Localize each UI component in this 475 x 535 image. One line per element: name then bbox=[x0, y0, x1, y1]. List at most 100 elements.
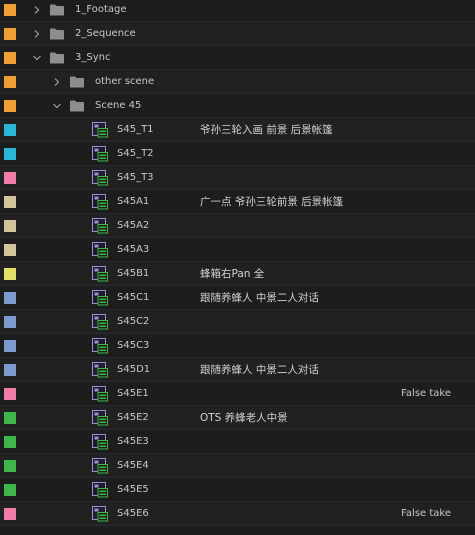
label-color-swatch[interactable] bbox=[4, 340, 16, 352]
sequence-name: S45_T3 bbox=[117, 172, 154, 183]
folder-row[interactable]: Scene 45 bbox=[0, 94, 475, 118]
sequence-name: S45D1 bbox=[117, 364, 151, 375]
folder-icon bbox=[50, 28, 64, 40]
label-color-swatch[interactable] bbox=[4, 508, 16, 520]
sequence-row[interactable]: S45_T3 bbox=[0, 166, 475, 190]
folder-name: other scene bbox=[95, 76, 155, 87]
sequence-icon bbox=[92, 338, 108, 354]
sequence-name: S45C3 bbox=[117, 340, 150, 351]
label-color-swatch[interactable] bbox=[4, 124, 16, 136]
sequence-icon bbox=[92, 314, 108, 330]
label-color-swatch[interactable] bbox=[4, 148, 16, 160]
sequence-row[interactable]: S45C1 跟随养蜂人 中景二人对话 bbox=[0, 286, 475, 310]
chevron-right-icon[interactable] bbox=[52, 77, 62, 87]
sequence-name: S45_T1 bbox=[117, 124, 154, 135]
folder-icon bbox=[70, 100, 84, 112]
sequence-name: S45C1 bbox=[117, 292, 150, 303]
sequence-name: S45B1 bbox=[117, 268, 150, 279]
folder-icon bbox=[70, 76, 84, 88]
folder-name: 3_Sync bbox=[75, 52, 111, 63]
sequence-name: S45A1 bbox=[117, 196, 150, 207]
label-color-swatch[interactable] bbox=[4, 220, 16, 232]
sequence-description: 广一点 爷孙三轮前景 后景帐篷 bbox=[200, 196, 344, 208]
label-color-swatch[interactable] bbox=[4, 4, 16, 16]
sequence-name: S45E1 bbox=[117, 388, 149, 399]
sequence-row[interactable]: S45E5 bbox=[0, 478, 475, 502]
sequence-icon bbox=[92, 506, 108, 522]
sequence-icon bbox=[92, 482, 108, 498]
sequence-description: 蜂箱右Pan 全 bbox=[200, 268, 265, 280]
sequence-name: S45_T2 bbox=[117, 148, 154, 159]
label-color-swatch[interactable] bbox=[4, 268, 16, 280]
sequence-row[interactable]: S45C3 bbox=[0, 334, 475, 358]
sequence-row[interactable]: S45_T2 bbox=[0, 142, 475, 166]
sequence-name: S45E3 bbox=[117, 436, 149, 447]
sequence-icon bbox=[92, 434, 108, 450]
label-color-swatch[interactable] bbox=[4, 244, 16, 256]
label-color-swatch[interactable] bbox=[4, 484, 16, 496]
label-color-swatch[interactable] bbox=[4, 292, 16, 304]
project-panel: 1_Footage 2_Sequence 3_Syncother scene Scen… bbox=[0, 0, 475, 535]
label-color-swatch[interactable] bbox=[4, 196, 16, 208]
sequence-icon bbox=[92, 386, 108, 402]
sequence-description: 爷孙三轮入画 前景 后景帐篷 bbox=[200, 124, 333, 136]
sequence-row[interactable]: S45C2 bbox=[0, 310, 475, 334]
sequence-icon bbox=[92, 410, 108, 426]
folder-name: 1_Footage bbox=[75, 4, 127, 15]
folder-icon bbox=[50, 52, 64, 64]
label-color-swatch[interactable] bbox=[4, 100, 16, 112]
sequence-description: 跟随养蜂人 中景二人对话 bbox=[200, 292, 319, 304]
sequence-row[interactable]: S45E4 bbox=[0, 454, 475, 478]
sequence-icon bbox=[92, 194, 108, 210]
sequence-row[interactable]: S45E3 bbox=[0, 430, 475, 454]
folder-name: 2_Sequence bbox=[75, 28, 136, 39]
sequence-row[interactable]: S45E1 False take bbox=[0, 382, 475, 406]
chevron-right-icon[interactable] bbox=[32, 5, 42, 15]
chevron-right-icon[interactable] bbox=[32, 29, 42, 39]
chevron-down-icon[interactable] bbox=[32, 53, 42, 63]
folder-row[interactable]: 3_Sync bbox=[0, 46, 475, 70]
sequence-row[interactable]: S45_T1 爷孙三轮入画 前景 后景帐篷 bbox=[0, 118, 475, 142]
sequence-row[interactable]: S45E6 False take bbox=[0, 502, 475, 526]
sequence-name: S45E6 bbox=[117, 508, 149, 519]
folder-row[interactable]: other scene bbox=[0, 70, 475, 94]
label-color-swatch[interactable] bbox=[4, 76, 16, 88]
label-color-swatch[interactable] bbox=[4, 172, 16, 184]
label-color-swatch[interactable] bbox=[4, 316, 16, 328]
label-color-swatch[interactable] bbox=[4, 52, 16, 64]
sequence-icon bbox=[92, 266, 108, 282]
sequence-icon bbox=[92, 218, 108, 234]
label-color-swatch[interactable] bbox=[4, 412, 16, 424]
sequence-description: 跟随养蜂人 中景二人对话 bbox=[200, 364, 319, 376]
sequence-row[interactable]: S45A1 广一点 爷孙三轮前景 后景帐篷 bbox=[0, 190, 475, 214]
sequence-row[interactable]: S45A3 bbox=[0, 238, 475, 262]
sequence-name: S45A2 bbox=[117, 220, 150, 231]
folder-row[interactable]: 2_Sequence bbox=[0, 22, 475, 46]
label-color-swatch[interactable] bbox=[4, 28, 16, 40]
sequence-note: False take bbox=[401, 508, 451, 519]
sequence-note: False take bbox=[401, 388, 451, 399]
sequence-name: S45C2 bbox=[117, 316, 150, 327]
sequence-icon bbox=[92, 146, 108, 162]
folder-name: Scene 45 bbox=[95, 100, 142, 111]
sequence-icon bbox=[92, 170, 108, 186]
sequence-row[interactable]: S45B1 蜂箱右Pan 全 bbox=[0, 262, 475, 286]
label-color-swatch[interactable] bbox=[4, 436, 16, 448]
sequence-icon bbox=[92, 290, 108, 306]
sequence-icon bbox=[92, 242, 108, 258]
chevron-down-icon[interactable] bbox=[52, 101, 62, 111]
sequence-icon bbox=[92, 362, 108, 378]
label-color-swatch[interactable] bbox=[4, 460, 16, 472]
sequence-icon bbox=[92, 458, 108, 474]
sequence-icon bbox=[92, 122, 108, 138]
label-color-swatch[interactable] bbox=[4, 388, 16, 400]
sequence-row[interactable]: S45D1 跟随养蜂人 中景二人对话 bbox=[0, 358, 475, 382]
label-color-swatch[interactable] bbox=[4, 364, 16, 376]
folder-row[interactable]: 1_Footage bbox=[0, 0, 475, 22]
sequence-row[interactable]: S45A2 bbox=[0, 214, 475, 238]
sequence-row[interactable]: S45E2 OTS 养蜂老人中景 bbox=[0, 406, 475, 430]
sequence-description: OTS 养蜂老人中景 bbox=[200, 412, 288, 424]
sequence-name: S45A3 bbox=[117, 244, 150, 255]
sequence-name: S45E4 bbox=[117, 460, 149, 471]
sequence-name: S45E5 bbox=[117, 484, 149, 495]
